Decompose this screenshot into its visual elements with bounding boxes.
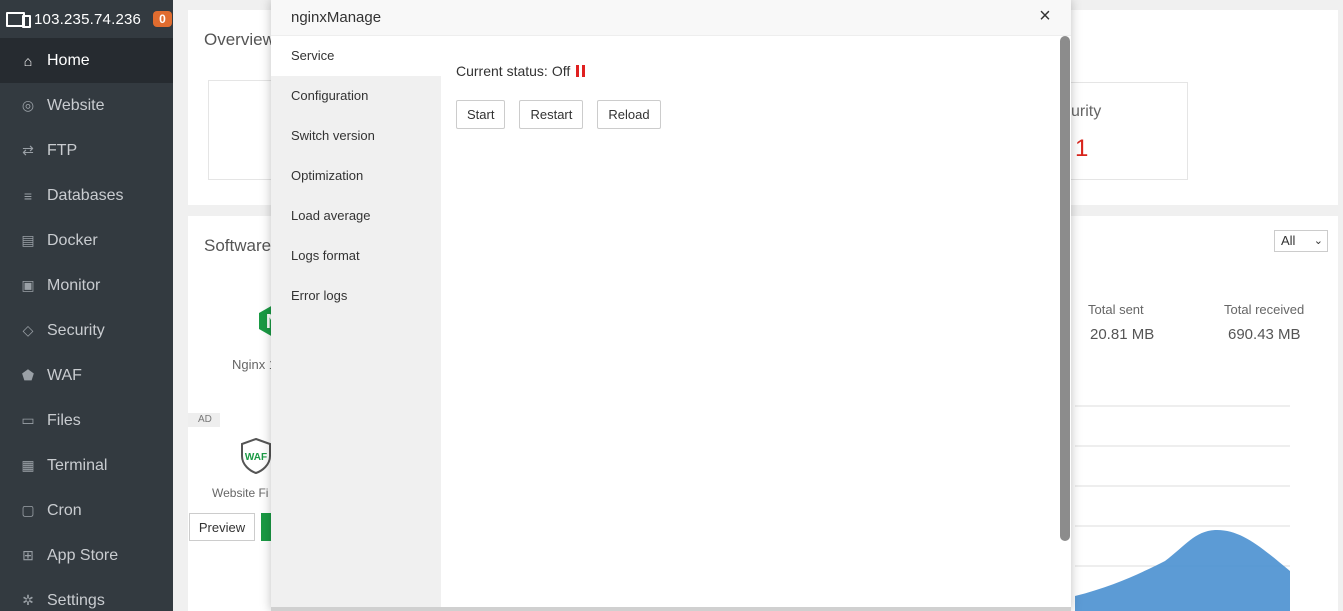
menu-item-optimization[interactable]: Optimization	[271, 156, 441, 196]
dialog-scrollbar[interactable]	[1060, 36, 1070, 541]
dialog-title: nginxManage	[291, 9, 382, 26]
dialog-header: nginxManage	[271, 0, 1071, 36]
dialog-bottom-border	[271, 607, 1071, 611]
dialog-body: Current status: Off Start Restart Reload	[441, 36, 1057, 611]
current-status: Current status: Off	[456, 63, 1042, 79]
menu-item-load-average[interactable]: Load average	[271, 196, 441, 236]
close-icon[interactable]: ×	[1035, 6, 1055, 26]
restart-button[interactable]: Restart	[519, 100, 584, 129]
status-value: Off	[551, 63, 571, 79]
menu-item-configuration[interactable]: Configuration	[271, 76, 441, 116]
service-actions: Start Restart Reload	[456, 100, 1042, 129]
menu-item-service[interactable]: Service	[271, 36, 441, 76]
reload-button[interactable]: Reload	[597, 100, 661, 129]
menu-item-switch-version[interactable]: Switch version	[271, 116, 441, 156]
nginx-manage-dialog: nginxManage × Service Configuration Swit…	[271, 0, 1071, 611]
menu-item-error-logs[interactable]: Error logs	[271, 276, 441, 316]
dialog-menu: Service Configuration Switch version Opt…	[271, 36, 441, 611]
status-label: Current status:	[456, 63, 548, 79]
menu-item-logs-format[interactable]: Logs format	[271, 236, 441, 276]
start-button[interactable]: Start	[456, 100, 506, 129]
stopped-icon	[576, 65, 586, 77]
